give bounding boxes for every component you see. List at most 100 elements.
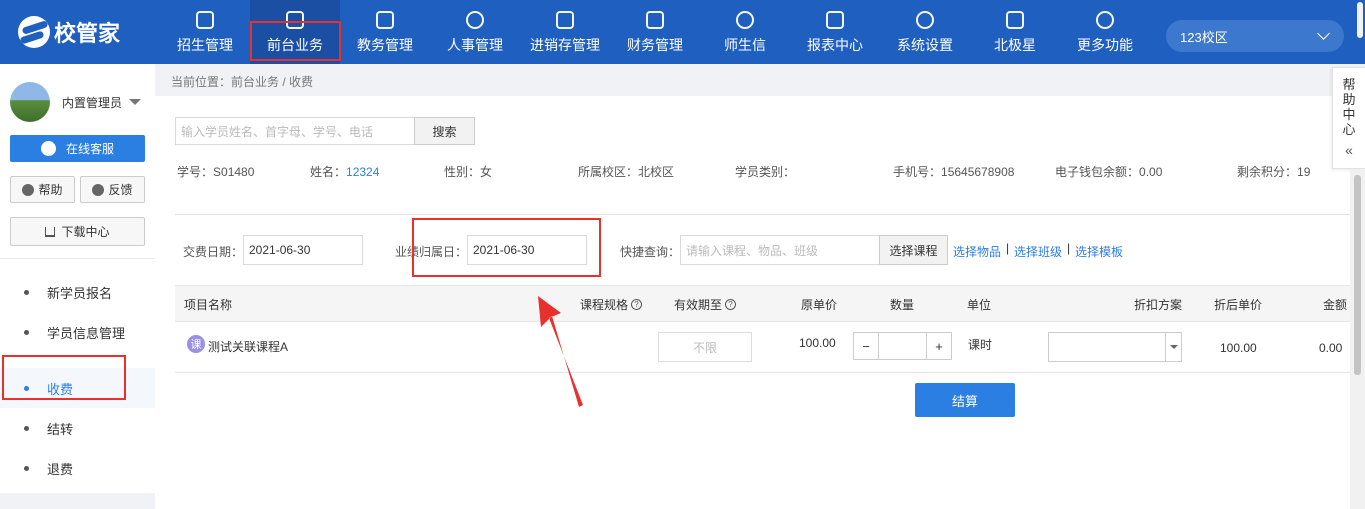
quantity-input[interactable] xyxy=(878,333,927,359)
scrollbar-thumb[interactable] xyxy=(1357,2,1363,38)
column-header: 项目名称 xyxy=(184,298,233,312)
sidebar-item-new-enrollment[interactable]: 新学员报名 xyxy=(0,272,155,312)
select-course-button[interactable]: 选择课程 xyxy=(879,235,948,265)
student-gender-info: 性别：女 xyxy=(444,165,493,179)
highlight-box-nav xyxy=(250,21,341,61)
more-icon xyxy=(1096,11,1114,29)
user-menu[interactable]: 内置管理员 xyxy=(10,82,142,122)
column-header: 单位 xyxy=(967,298,992,312)
sidebar-footer xyxy=(0,493,155,509)
bullet-icon xyxy=(24,289,29,295)
nav-academic[interactable]: 教务管理 xyxy=(340,0,430,64)
finance-icon xyxy=(646,11,664,29)
scrollbar-thumb[interactable] xyxy=(1354,175,1361,375)
course-badge-icon: 课 xyxy=(187,335,205,353)
section-divider xyxy=(175,214,1350,215)
points-info: 剩余积分：19 xyxy=(1237,165,1311,179)
bullet-icon xyxy=(24,465,29,471)
column-header: 原单价 xyxy=(801,298,838,312)
nav-reports[interactable]: 报表中心 xyxy=(790,0,880,64)
settings-icon xyxy=(916,11,934,29)
highlight-box-menu xyxy=(2,355,126,400)
student-campus-info: 所属校区：北校区 xyxy=(578,165,675,179)
double-chevron-left-icon[interactable]: « xyxy=(1345,143,1353,158)
decrement-button[interactable]: − xyxy=(854,333,878,359)
nav-messages[interactable]: 师生信 xyxy=(700,0,790,64)
nav-inventory[interactable]: 进销存管理 xyxy=(520,0,610,64)
pay-date-field[interactable]: 2021-06-30 xyxy=(243,235,363,265)
quick-search-input[interactable]: 请输入课程、物品、班级 xyxy=(680,235,880,265)
app-logo[interactable]: 校管家 xyxy=(18,16,120,48)
wallet-balance-info: 电子钱包余额：0.00 xyxy=(1055,165,1163,179)
discount-select[interactable] xyxy=(1048,332,1182,362)
column-header: 数量 xyxy=(890,298,915,312)
dropdown-arrow-icon xyxy=(1165,333,1181,361)
person-icon xyxy=(466,11,484,29)
link-separator: | xyxy=(1006,241,1010,255)
highlight-box-date xyxy=(412,218,601,277)
online-service-button[interactable]: 在线客服 xyxy=(10,135,145,162)
username: 内置管理员 xyxy=(62,95,123,110)
column-header: 课程规格? xyxy=(580,296,643,313)
report-icon xyxy=(826,11,844,29)
caret-down-icon xyxy=(129,99,142,105)
column-header: 折扣方案 xyxy=(1134,298,1183,312)
checkout-button[interactable]: 结算 xyxy=(915,383,1015,417)
nav-settings[interactable]: 系统设置 xyxy=(880,0,970,64)
sidebar-divider xyxy=(0,258,155,259)
help-center-panel[interactable]: 帮 助 中 心 « xyxy=(1332,67,1365,169)
nav-hr[interactable]: 人事管理 xyxy=(430,0,520,64)
nav-more[interactable]: 更多功能 xyxy=(1060,0,1150,64)
logo-icon xyxy=(18,16,50,48)
download-center-button[interactable]: 下载中心 xyxy=(10,217,145,246)
pay-date-label: 交费日期： xyxy=(183,245,244,259)
select-template-link[interactable]: 选择模板 xyxy=(1075,243,1123,260)
discounted-price: 100.00 xyxy=(1220,341,1257,355)
sidebar-item-refund[interactable]: 退费 xyxy=(0,448,155,488)
user-plus-icon xyxy=(196,11,214,29)
quantity-stepper: − + xyxy=(853,332,952,360)
quick-search-label: 快捷查询： xyxy=(620,245,681,259)
unit: 课时 xyxy=(968,338,993,352)
column-header: 金额 xyxy=(1323,298,1348,312)
download-icon xyxy=(45,226,56,237)
top-nav-bar: 校管家 招生管理 前台业务 教务管理 人事管理 进销存管理 财务管理 师生信 报… xyxy=(0,0,1365,64)
message-icon xyxy=(736,11,754,29)
original-price: 100.00 xyxy=(799,336,836,350)
student-phone-info: 手机号：15645678908 xyxy=(893,165,1015,179)
question-icon[interactable]: ? xyxy=(725,299,737,310)
column-header: 折后单价 xyxy=(1214,298,1263,312)
select-item-link[interactable]: 选择物品 xyxy=(953,243,1001,260)
chat-icon xyxy=(40,141,56,156)
student-search-input[interactable]: 输入学员姓名、首字母、学号、电话 xyxy=(175,117,415,145)
campus-selector[interactable]: 123校区 xyxy=(1166,20,1344,52)
breadcrumb: 当前位置：前台业务 / 收费 xyxy=(171,75,314,89)
validity-input[interactable]: 不限 xyxy=(658,332,752,362)
sidebar-item-student-info[interactable]: 学员信息管理 xyxy=(0,312,155,352)
select-class-link[interactable]: 选择班级 xyxy=(1014,243,1062,260)
page-scrollbar[interactable] xyxy=(1350,169,1365,509)
increment-button[interactable]: + xyxy=(927,333,951,359)
bullet-icon xyxy=(24,425,29,431)
student-type-info: 学员类别： xyxy=(735,165,796,179)
book-icon xyxy=(376,11,394,29)
nav-enrollment[interactable]: 招生管理 xyxy=(160,0,250,64)
question-icon[interactable]: ? xyxy=(631,299,643,310)
sidebar-item-transfer[interactable]: 结转 xyxy=(0,408,155,448)
feedback-icon xyxy=(92,183,105,196)
feedback-button[interactable]: 反馈 xyxy=(80,176,145,203)
amount: 0.00 xyxy=(1319,341,1343,355)
student-id-info: 学号：S01480 xyxy=(177,165,255,179)
student-name-link[interactable]: 12324 xyxy=(346,165,379,179)
help-button[interactable]: 帮助 xyxy=(10,176,75,203)
nav-finance[interactable]: 财务管理 xyxy=(610,0,700,64)
chevron-down-icon xyxy=(1317,27,1330,40)
search-button[interactable]: 搜索 xyxy=(414,117,475,145)
inventory-icon xyxy=(556,11,574,29)
top-scrollbar[interactable] xyxy=(1355,0,1365,64)
item-name: 测试关联课程A xyxy=(208,340,289,354)
logo-text: 校管家 xyxy=(54,21,121,46)
student-name-info: 姓名：12324 xyxy=(310,165,380,179)
nav-polaris[interactable]: 北极星 xyxy=(970,0,1060,64)
sidebar: 内置管理员 在线客服 帮助 反馈 下载中心 新学员报名 学员信息管理 收费 结转… xyxy=(0,64,155,509)
